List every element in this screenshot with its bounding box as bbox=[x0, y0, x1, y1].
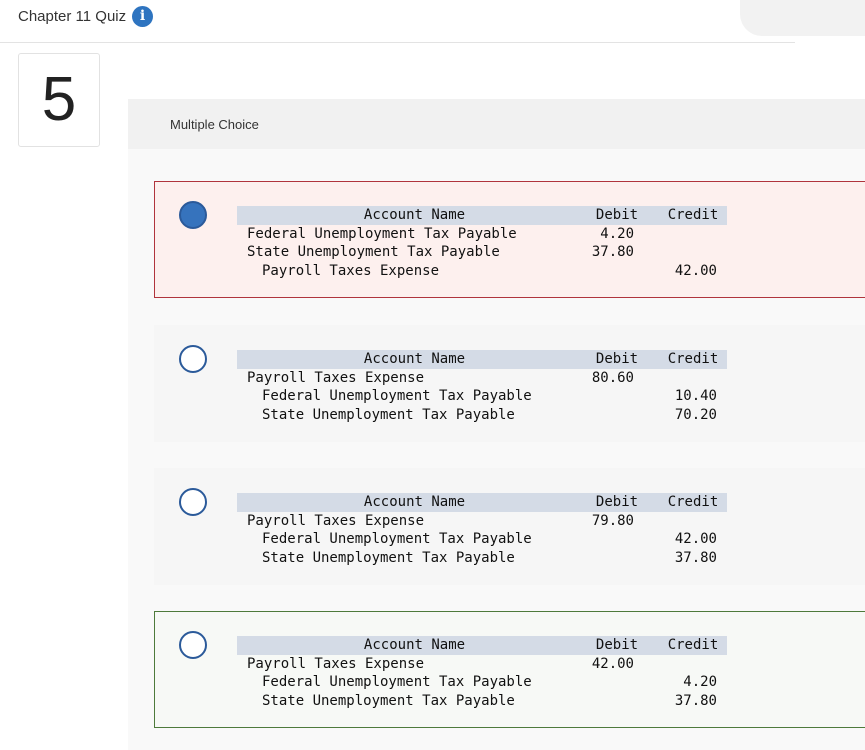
answer-option-4[interactable]: Account Name Debit Credit Payroll Taxes … bbox=[154, 611, 865, 728]
table-row: Federal Unemployment Tax Payable 10.40 bbox=[237, 387, 727, 406]
answer-option-3[interactable]: Account Name Debit Credit Payroll Taxes … bbox=[154, 468, 865, 585]
quiz-title: Chapter 11 Quiz bbox=[18, 8, 127, 25]
column-header-account: Account Name bbox=[363, 351, 466, 367]
column-header-account: Account Name bbox=[363, 494, 466, 510]
account-name: State Unemployment Tax Payable bbox=[262, 406, 515, 423]
table-row: Payroll Taxes Expense 79.80 bbox=[237, 512, 727, 531]
debit-value: 79.80 bbox=[591, 512, 634, 529]
account-name: State Unemployment Tax Payable bbox=[262, 549, 515, 566]
debit-value: 37.80 bbox=[591, 244, 634, 261]
column-header-credit: Credit bbox=[667, 637, 719, 653]
table-row: Federal Unemployment Tax Payable 4.20 bbox=[237, 673, 727, 692]
column-header-debit: Debit bbox=[595, 637, 639, 653]
credit-value: 4.20 bbox=[683, 674, 717, 691]
table-row: Federal Unemployment Tax Payable 4.20 bbox=[237, 225, 727, 244]
column-header-debit: Debit bbox=[595, 207, 639, 223]
table-row: State Unemployment Tax Payable 37.80 bbox=[237, 243, 727, 262]
quiz-header: Chapter 11 Quiz i bbox=[0, 0, 795, 43]
column-header-debit: Debit bbox=[595, 494, 639, 510]
question-type-label: Multiple Choice bbox=[170, 117, 259, 132]
debit-value: 80.60 bbox=[591, 369, 634, 386]
column-header-credit: Credit bbox=[667, 207, 719, 223]
credit-value: 70.20 bbox=[674, 406, 717, 423]
table-header-row: Account Name Debit Credit bbox=[237, 636, 727, 655]
answer-radio-3[interactable] bbox=[179, 488, 207, 516]
journal-entry-table: Account Name Debit Credit Payroll Taxes … bbox=[237, 350, 727, 424]
table-row: State Unemployment Tax Payable 37.80 bbox=[237, 692, 727, 711]
table-row: Payroll Taxes Expense 42.00 bbox=[237, 262, 727, 281]
credit-value: 37.80 bbox=[674, 692, 717, 709]
column-header-credit: Credit bbox=[667, 351, 719, 367]
account-name: Payroll Taxes Expense bbox=[247, 655, 425, 672]
answer-radio-2[interactable] bbox=[179, 345, 207, 373]
credit-value: 42.00 bbox=[674, 531, 717, 548]
table-header-row: Account Name Debit Credit bbox=[237, 350, 727, 369]
question-number-box: 5 bbox=[18, 53, 100, 147]
question-number: 5 bbox=[41, 65, 77, 134]
table-header-row: Account Name Debit Credit bbox=[237, 493, 727, 512]
account-name: Payroll Taxes Expense bbox=[247, 512, 425, 529]
column-header-credit: Credit bbox=[667, 494, 719, 510]
question-type-header: Multiple Choice bbox=[128, 99, 865, 149]
header-decoration bbox=[740, 0, 865, 36]
debit-value: 42.00 bbox=[591, 655, 634, 672]
debit-value: 4.20 bbox=[600, 225, 634, 242]
account-name: State Unemployment Tax Payable bbox=[247, 244, 500, 261]
credit-value: 37.80 bbox=[674, 549, 717, 566]
credit-value: 10.40 bbox=[674, 388, 717, 405]
table-row: State Unemployment Tax Payable 37.80 bbox=[237, 549, 727, 568]
answer-radio-1[interactable] bbox=[179, 201, 207, 229]
table-row: Payroll Taxes Expense 42.00 bbox=[237, 655, 727, 674]
table-row: Federal Unemployment Tax Payable 42.00 bbox=[237, 530, 727, 549]
account-name: Federal Unemployment Tax Payable bbox=[262, 674, 532, 691]
account-name: Payroll Taxes Expense bbox=[247, 369, 425, 386]
column-header-account: Account Name bbox=[363, 207, 466, 223]
account-name: State Unemployment Tax Payable bbox=[262, 692, 515, 709]
table-row: Payroll Taxes Expense 80.60 bbox=[237, 369, 727, 388]
table-row: State Unemployment Tax Payable 70.20 bbox=[237, 406, 727, 425]
account-name: Federal Unemployment Tax Payable bbox=[247, 225, 517, 242]
column-header-debit: Debit bbox=[595, 351, 639, 367]
credit-value: 42.00 bbox=[674, 262, 717, 279]
answer-radio-4[interactable] bbox=[179, 631, 207, 659]
account-name: Federal Unemployment Tax Payable bbox=[262, 388, 532, 405]
column-header-account: Account Name bbox=[363, 637, 466, 653]
journal-entry-table: Account Name Debit Credit Federal Unempl… bbox=[237, 206, 727, 280]
account-name: Federal Unemployment Tax Payable bbox=[262, 531, 532, 548]
answer-option-1[interactable]: Account Name Debit Credit Federal Unempl… bbox=[154, 181, 865, 298]
account-name: Payroll Taxes Expense bbox=[262, 262, 440, 279]
table-header-row: Account Name Debit Credit bbox=[237, 206, 727, 225]
info-icon[interactable]: i bbox=[132, 6, 153, 27]
journal-entry-table: Account Name Debit Credit Payroll Taxes … bbox=[237, 493, 727, 567]
answer-option-2[interactable]: Account Name Debit Credit Payroll Taxes … bbox=[154, 325, 865, 442]
journal-entry-table: Account Name Debit Credit Payroll Taxes … bbox=[237, 636, 727, 710]
